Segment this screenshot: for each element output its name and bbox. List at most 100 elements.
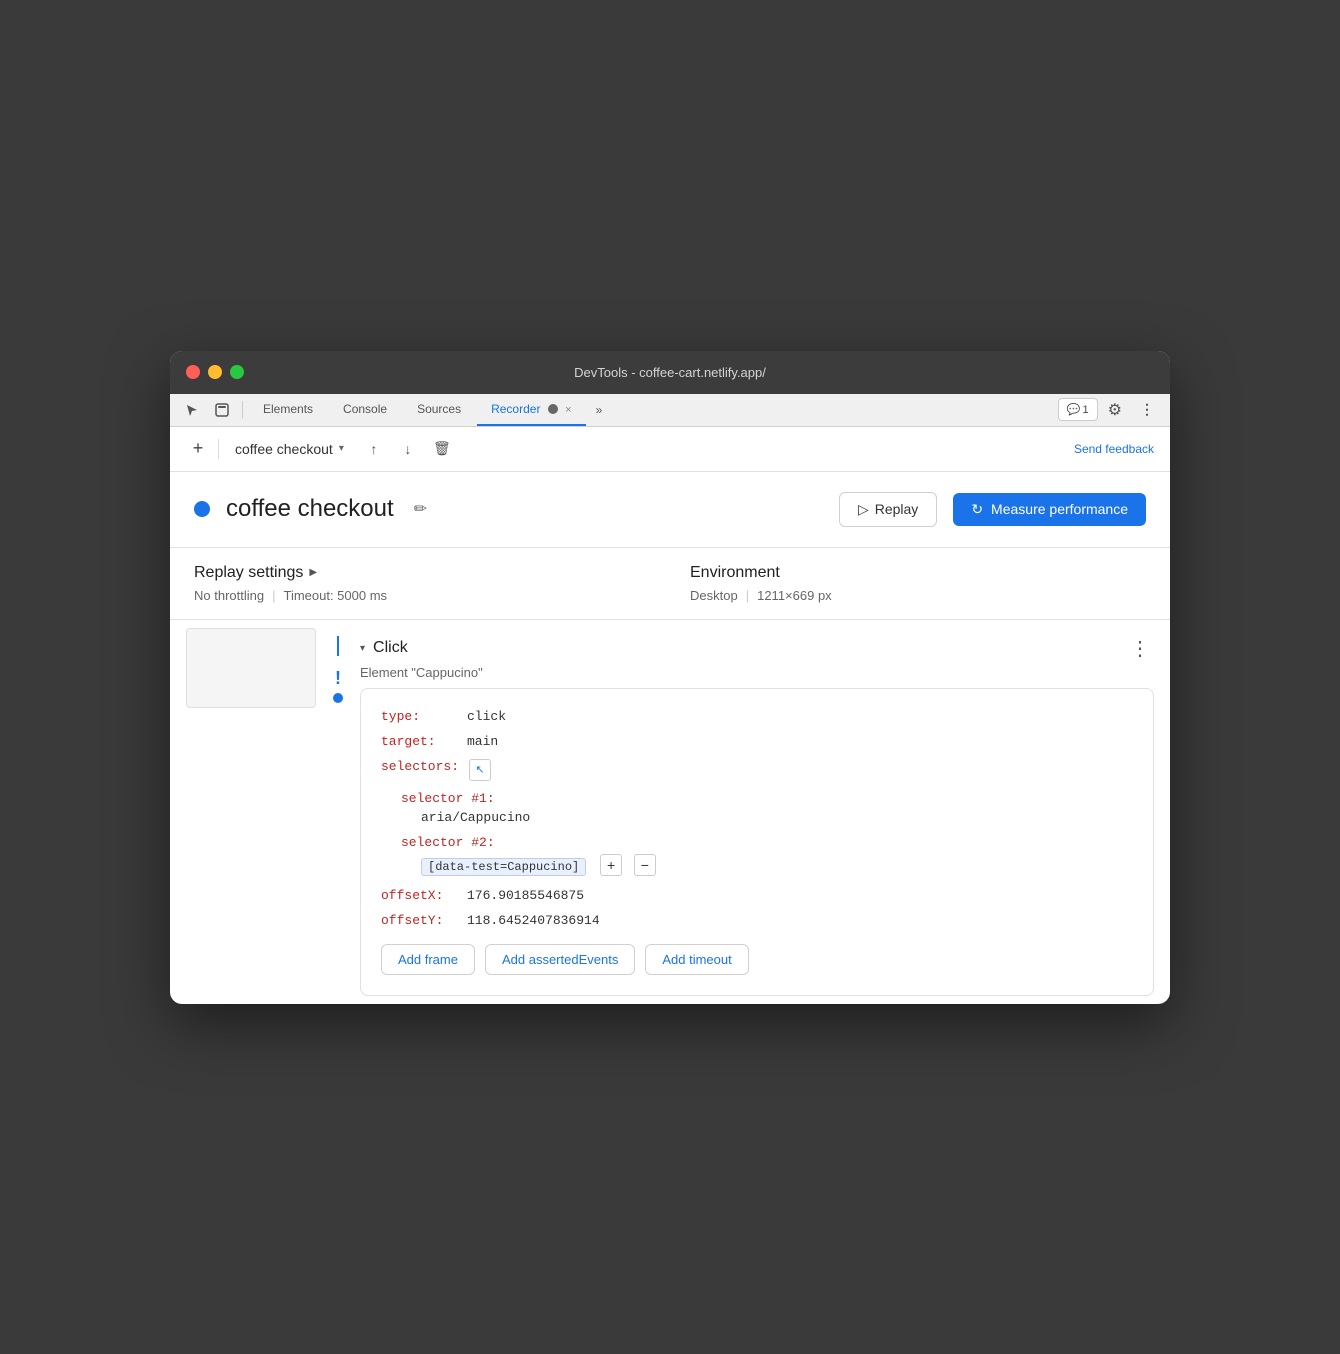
selector-add-button[interactable]: + [600,854,622,876]
maximize-button[interactable] [230,365,244,379]
selector1-value: aria/Cappucino [421,810,1133,825]
add-asserted-events-button[interactable]: Add assertedEvents [485,944,635,975]
step-element: Element "Cappucino" [360,665,1154,680]
settings-expand-icon: ▶ [309,567,317,578]
dropdown-arrow-icon: ▾ [339,443,344,454]
edit-title-icon[interactable]: ✏ [414,499,427,519]
step-detail-panel: type: click target: main selectors: ↖ [360,688,1154,996]
chat-icon: 💬 [1067,403,1081,416]
type-key: type: [381,709,461,724]
upload-icon: ↑ [370,441,377,457]
step-item: ! ▾ Click ⋮ Element "Cappucino" type: cl… [170,620,1170,1004]
step-actions: Add frame Add assertedEvents Add timeout [381,944,1133,975]
offsetx-value: 176.90185546875 [467,888,584,903]
selector-picker-button[interactable]: ↖ [469,759,491,781]
tab-separator [242,401,243,419]
tab-overflow-btn[interactable]: » [588,399,611,421]
recorder-actions: ↑ ↓ 🗑 [360,435,456,463]
delete-icon: 🗑 [433,440,451,457]
add-timeout-button[interactable]: Add timeout [645,944,748,975]
delete-button[interactable]: 🗑 [428,435,456,463]
step-thumbnail [186,628,316,708]
selector1-key: selector #1: [401,791,1133,806]
timeout-label: Timeout: 5000 ms [283,588,387,603]
replay-settings-title[interactable]: Replay settings ▶ [194,564,650,582]
settings-section: Replay settings ▶ No throttling | Timeou… [170,548,1170,620]
env-sep: | [746,588,749,603]
replay-play-icon: ▷ [858,501,869,518]
step-connector: ! [328,628,348,703]
minimize-button[interactable] [208,365,222,379]
tab-elements[interactable]: Elements [249,394,327,426]
recording-selector[interactable]: coffee checkout ▾ [227,437,352,461]
step-list: ! ▾ Click ⋮ Element "Cappucino" type: cl… [170,620,1170,1004]
env-title: Environment [690,564,1146,582]
window-title: DevTools - coffee-cart.netlify.app/ [574,365,766,380]
target-key: target: [381,734,461,749]
devtools-window: DevTools - coffee-cart.netlify.app/ Elem… [170,351,1170,1004]
settings-subtitle: No throttling | Timeout: 5000 ms [194,588,650,603]
recorder-toolbar: + coffee checkout ▾ ↑ ↓ 🗑 Send feedback [170,427,1170,472]
selector-remove-button[interactable]: − [634,854,656,876]
step-expand-icon[interactable]: ▾ [360,643,365,654]
target-value: main [467,734,498,749]
measure-icon: ↻ [971,501,983,518]
settings-sep: | [272,588,275,603]
step-line [337,636,339,656]
more-icon[interactable]: ⋮ [1132,397,1162,422]
replay-settings: Replay settings ▶ No throttling | Timeou… [194,564,650,603]
env-size-label: 1211×669 px [757,588,832,603]
inspect-icon[interactable] [208,396,236,424]
offsetx-key: offsetX: [381,888,461,903]
send-feedback-link[interactable]: Send feedback [1074,442,1154,456]
traffic-lights [186,365,244,379]
titlebar: DevTools - coffee-cart.netlify.app/ [170,351,1170,394]
tab-recorder[interactable]: Recorder × [477,394,585,426]
settings-icon[interactable]: ⚙ [1100,396,1130,424]
env-desktop-label: Desktop [690,588,738,603]
selector2-key: selector #2: [401,835,1133,850]
type-value: click [467,709,506,724]
env-subtitle: Desktop | 1211×669 px [690,588,1146,603]
download-icon: ↓ [404,441,411,457]
recording-name: coffee checkout [235,441,333,457]
tab-close-icon[interactable]: × [565,404,571,416]
tab-badge[interactable]: 💬 1 [1058,398,1098,421]
detail-type-row: type: click [381,709,1133,724]
recording-status-dot [194,501,210,517]
measure-label: Measure performance [991,501,1128,517]
step-content: ▾ Click ⋮ Element "Cappucino" type: clic… [360,628,1154,996]
tab-recorder-label: Recorder [491,402,540,416]
download-button[interactable]: ↓ [394,435,422,463]
step-header: ▾ Click ⋮ [360,628,1154,665]
add-frame-button[interactable]: Add frame [381,944,475,975]
replay-label: Replay [875,501,919,517]
replay-button[interactable]: ▷ Replay [839,492,937,527]
add-recording-button[interactable]: + [186,437,210,461]
detail-offsety-row: offsetY: 118.6452407836914 [381,913,1133,928]
devtools-tabs: Elements Console Sources Recorder × » 💬 … [170,394,1170,427]
recorder-status-icon [548,404,558,414]
cursor-icon[interactable] [178,396,206,424]
recording-title: coffee checkout [226,495,394,523]
settings-title-label: Replay settings [194,564,303,582]
tab-sources[interactable]: Sources [403,394,475,426]
detail-selectors-row: selectors: ↖ [381,759,1133,781]
offsety-value: 118.6452407836914 [467,913,600,928]
selector-picker-icon: ↖ [475,763,484,776]
selectors-key: selectors: [381,759,459,774]
close-button[interactable] [186,365,200,379]
recording-header: coffee checkout ✏ ▷ Replay ↻ Measure per… [170,472,1170,548]
tab-console[interactable]: Console [329,394,401,426]
detail-offsetx-row: offsetX: 176.90185546875 [381,888,1133,903]
step-name: Click [373,639,408,657]
step-dot [333,693,343,703]
toolbar-separator [218,439,219,459]
measure-performance-button[interactable]: ↻ Measure performance [953,493,1146,526]
selector2-highlighted-value: [data-test=Cappucino] [421,858,586,876]
offsety-key: offsetY: [381,913,461,928]
selector2-value-row: [data-test=Cappucino] + − [421,854,1133,876]
upload-button[interactable]: ↑ [360,435,388,463]
step-more-icon[interactable]: ⋮ [1126,636,1154,661]
throttling-label: No throttling [194,588,264,603]
